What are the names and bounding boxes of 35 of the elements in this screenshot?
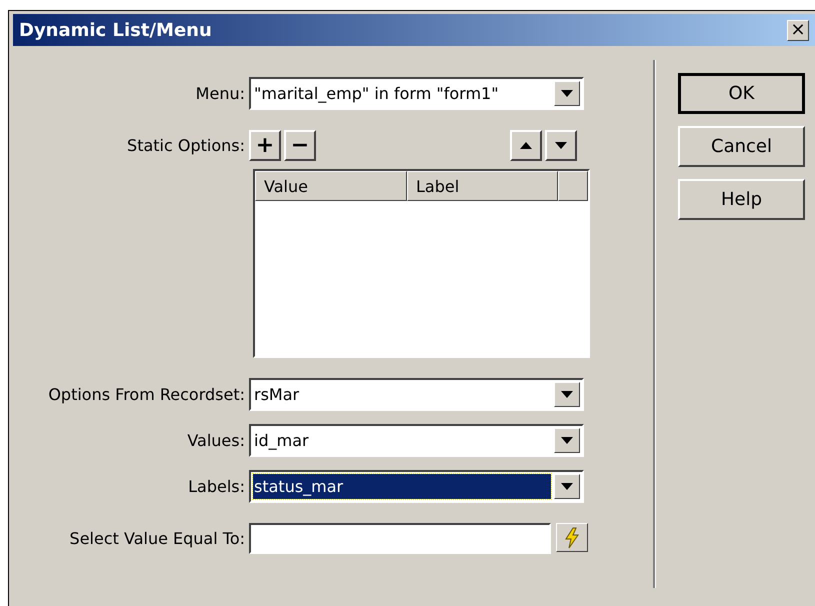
input-field[interactable]: [249, 523, 551, 554]
select-dropdown[interactable]: id_mar: [249, 424, 584, 457]
field-label: Menu:: [194, 84, 246, 103]
caret-down-icon: [561, 437, 573, 444]
triangle-up-icon: [520, 142, 532, 149]
dropdown-button[interactable]: [554, 382, 580, 407]
dropdown-button[interactable]: [554, 428, 580, 453]
field-label: Labels:: [187, 477, 246, 496]
dropdown-button[interactable]: [554, 81, 580, 106]
dynamic-data-button[interactable]: [556, 523, 588, 552]
move-up-button[interactable]: [510, 130, 542, 161]
field-label: Static Options:: [126, 136, 246, 155]
select-dropdown[interactable]: rsMar: [249, 378, 584, 411]
caret-down-icon: [561, 90, 573, 97]
select-dropdown[interactable]: status_mar: [249, 470, 584, 503]
window-title: Dynamic List/Menu: [19, 20, 212, 40]
add-button[interactable]: +: [249, 130, 281, 161]
triangle-down-icon: [555, 142, 567, 149]
column-header[interactable]: Label: [407, 171, 558, 201]
caret-down-icon: [561, 483, 573, 490]
dropdown-button[interactable]: [554, 474, 580, 499]
column-header[interactable]: Value: [255, 171, 407, 201]
dialog-button[interactable]: OK: [678, 73, 805, 114]
dialog-button[interactable]: Help: [678, 179, 805, 220]
field-label: Values:: [186, 431, 246, 450]
move-down-button[interactable]: [545, 130, 577, 161]
field-label: Select Value Equal To:: [68, 529, 246, 548]
dialog-button[interactable]: Cancel: [678, 126, 805, 167]
close-button[interactable]: ×: [787, 20, 809, 40]
menu-dropdown[interactable]: "marital_emp" in form "form1": [249, 77, 584, 110]
caret-down-icon: [561, 391, 573, 398]
lightning-icon: [563, 526, 581, 548]
field-label: Options From Recordset:: [47, 385, 246, 404]
remove-button[interactable]: −: [284, 130, 316, 161]
options-list[interactable]: Value Label: [253, 169, 590, 358]
